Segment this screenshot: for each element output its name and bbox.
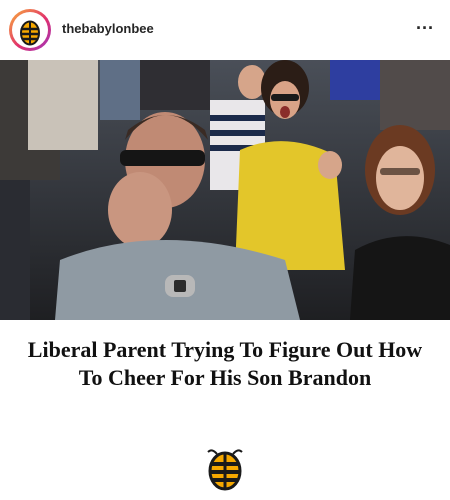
post-username[interactable]: thebabylonbee (62, 21, 154, 37)
bee-logo-icon (20, 20, 40, 46)
bee-logo-footer (202, 448, 248, 497)
babylon-bee-footer-icon (207, 449, 243, 491)
post-photo (0, 60, 450, 320)
profile-avatar[interactable] (9, 9, 51, 51)
crowd-photo-illustration (0, 60, 450, 320)
post-header: thebabylonbee ··· (0, 0, 450, 60)
article-headline[interactable]: Liberal Parent Trying To Figure Out How … (20, 336, 430, 392)
avatar-inner (12, 12, 48, 48)
more-options-icon[interactable]: ··· (412, 18, 438, 38)
